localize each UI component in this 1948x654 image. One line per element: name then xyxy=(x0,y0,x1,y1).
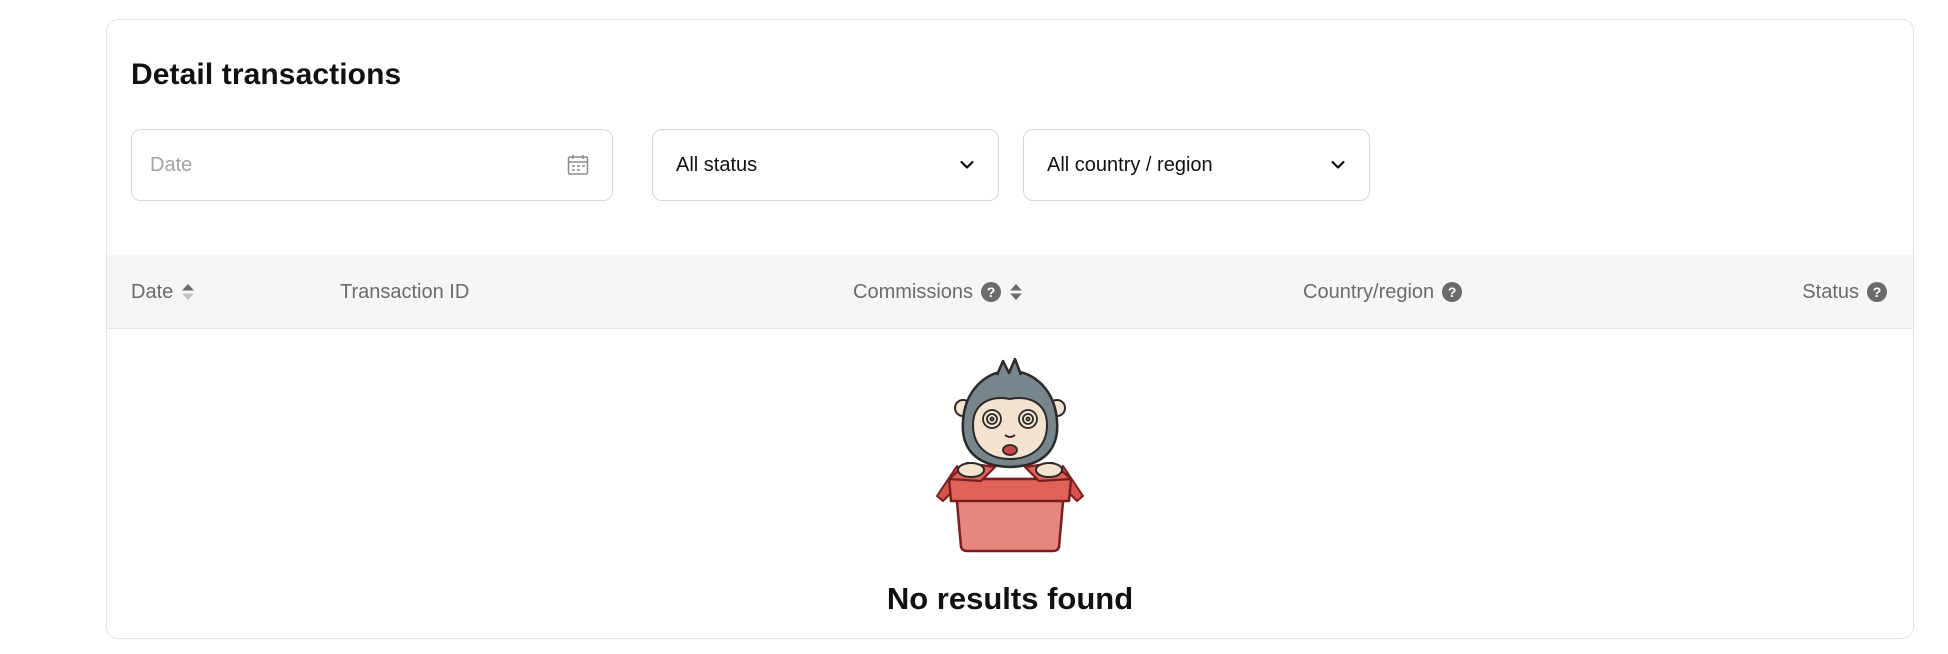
section-title: Detail transactions xyxy=(131,58,402,91)
sort-icon[interactable] xyxy=(1009,282,1023,302)
empty-state-message: No results found xyxy=(886,581,1134,616)
column-header-label: Date xyxy=(131,280,174,303)
country-filter-select[interactable]: All country / region xyxy=(1023,129,1370,201)
column-header-commissions[interactable]: Commissions ? xyxy=(853,255,1023,329)
column-header-label: Commissions xyxy=(853,280,974,303)
table-header: Date Transaction ID Commissions ? Countr… xyxy=(107,255,1913,329)
column-header-label: Status xyxy=(1802,280,1859,303)
detail-transactions-card: Detail transactions Date All status All … xyxy=(106,19,1914,639)
column-header-date[interactable]: Date xyxy=(131,255,195,329)
country-filter-value: All country / region xyxy=(1047,153,1213,176)
column-header-label: Transaction ID xyxy=(340,280,470,303)
sort-icon[interactable] xyxy=(181,282,195,302)
chevron-down-icon xyxy=(958,156,976,174)
column-header-label: Country/region xyxy=(1303,280,1435,303)
calendar-icon[interactable] xyxy=(566,153,590,177)
date-filter-placeholder: Date xyxy=(150,153,193,176)
status-filter-select[interactable]: All status xyxy=(652,129,999,201)
gorilla-in-box-illustration xyxy=(925,351,1095,566)
question-mark-icon[interactable]: ? xyxy=(1867,282,1887,302)
column-header-country-region: Country/region ? xyxy=(1303,255,1463,329)
status-filter-value: All status xyxy=(676,153,758,176)
column-header-status: Status ? xyxy=(1802,255,1887,329)
column-header-transaction-id: Transaction ID xyxy=(340,255,469,329)
question-mark-icon[interactable]: ? xyxy=(1442,282,1463,302)
date-filter-input[interactable]: Date xyxy=(131,129,613,201)
chevron-down-icon xyxy=(1329,156,1347,174)
question-mark-icon[interactable]: ? xyxy=(981,282,1002,302)
